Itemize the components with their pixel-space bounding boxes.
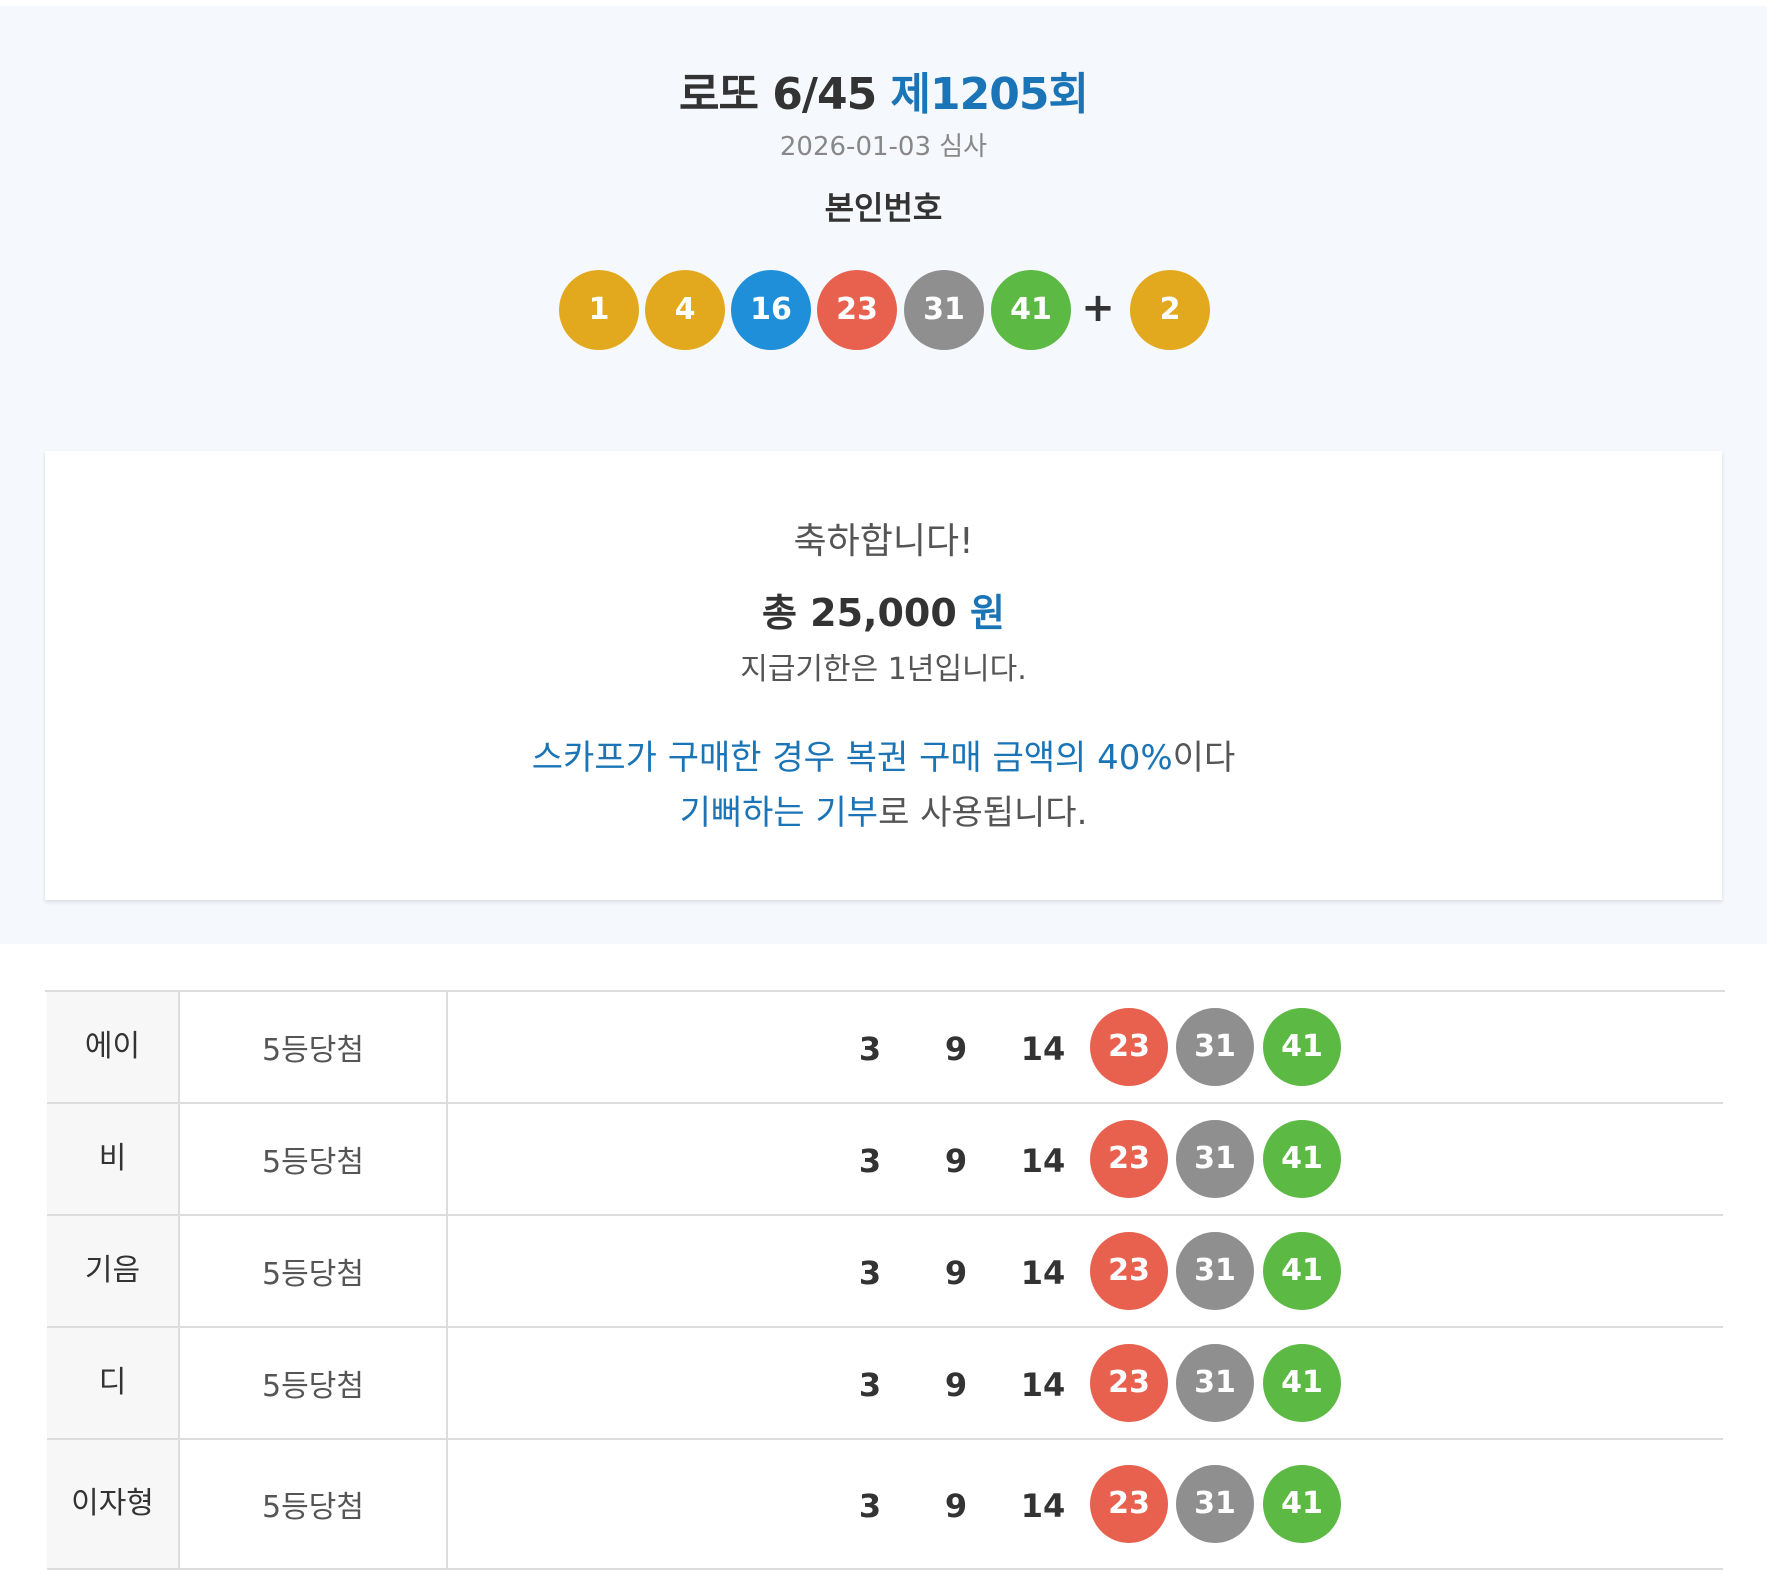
matched-number-ball: 41 (1263, 1344, 1341, 1422)
donation-highlight: 기뻐하는 기부 (679, 793, 879, 833)
unmatched-number: 3 (858, 1487, 882, 1525)
rank-result: 5등당첨 (180, 1440, 448, 1568)
my-number-ball: 23 (817, 270, 897, 350)
game-name: 에이 (47, 992, 180, 1102)
unmatched-number: 3 (858, 1142, 882, 1180)
table-row: 비 5등당첨 3 9 14 23 31 41 (47, 1104, 1723, 1216)
rank-result: 5등당첨 (180, 1328, 448, 1438)
unmatched-number: 9 (944, 1030, 968, 1068)
my-number-ball: 16 (731, 270, 811, 350)
matched-number-ball: 23 (1090, 1008, 1168, 1086)
game-name: 이자형 (47, 1440, 180, 1568)
matched-number-ball: 31 (1176, 1232, 1254, 1310)
donation-text: 이다 (1172, 738, 1236, 778)
unmatched-number: 3 (858, 1254, 882, 1292)
matched-number-ball: 41 (1263, 1232, 1341, 1310)
rank-result: 5등당첨 (180, 1216, 448, 1326)
matched-number-ball: 41 (1263, 1008, 1341, 1086)
my-number-ball: 31 (904, 270, 984, 350)
table-row: 기음 5등당첨 3 9 14 23 31 41 (47, 1216, 1723, 1328)
matched-number-ball: 23 (1090, 1344, 1168, 1422)
matched-number-ball: 41 (1263, 1120, 1341, 1198)
unmatched-number: 9 (944, 1487, 968, 1525)
unmatched-number: 14 (1020, 1142, 1066, 1180)
matched-number-ball: 31 (1176, 1465, 1254, 1543)
matched-number-ball: 31 (1176, 1120, 1254, 1198)
total-prize: 총 25,000 원 (0, 582, 1767, 637)
unmatched-number: 3 (858, 1030, 882, 1068)
game-name: 디 (47, 1328, 180, 1438)
my-number-ball: 1 (559, 270, 639, 350)
rank-result: 5등당첨 (180, 1104, 448, 1214)
table-row: 디 5등당첨 3 9 14 23 31 41 (47, 1328, 1723, 1440)
draw-date: 2026-01-03 심사 (779, 132, 988, 162)
game-title: 로또 6/45 (679, 69, 877, 120)
donation-text: 로 사용됩니다. (878, 793, 1088, 833)
matched-number-ball: 31 (1176, 1008, 1254, 1086)
unmatched-number: 14 (1020, 1030, 1066, 1068)
donation-notice-line-1: 스카프가 구매한 경우 복권 구매 금액의 40%이다 (0, 730, 1767, 779)
table-row: 에이 5등당첨 3 9 14 23 31 41 (47, 992, 1723, 1104)
total-amount: 총 25,000 (761, 591, 957, 635)
my-numbers-label: 본인번호 (824, 189, 943, 227)
unmatched-number: 9 (944, 1142, 968, 1180)
unmatched-number: 9 (944, 1366, 968, 1404)
results-table: 에이 5등당첨 3 9 14 23 31 41 비 5등당첨 3 9 14 23… (45, 990, 1725, 1570)
matched-number-ball: 23 (1090, 1120, 1168, 1198)
congrats-message: 축하합니다! (793, 521, 974, 562)
matched-number-ball: 23 (1090, 1465, 1168, 1543)
total-unit: 원 (970, 591, 1006, 635)
round-number: 제1205회 (890, 69, 1089, 120)
unmatched-number: 14 (1020, 1487, 1066, 1525)
donation-notice-line-2: 기뻐하는 기부로 사용됩니다. (0, 785, 1767, 834)
game-name: 기음 (47, 1216, 180, 1326)
donation-highlight: 스카프가 구매한 경우 복권 구매 금액의 40% (531, 738, 1173, 778)
my-number-ball: 41 (991, 270, 1071, 350)
table-row: 이자형 5등당첨 3 9 14 23 31 41 (47, 1440, 1723, 1570)
unmatched-number: 14 (1020, 1366, 1066, 1404)
unmatched-number: 14 (1020, 1254, 1066, 1292)
plus-sign: + (1081, 285, 1115, 331)
page-title: 로또 6/45 제1205회 (0, 58, 1767, 122)
unmatched-number: 3 (858, 1366, 882, 1404)
my-number-ball: 4 (645, 270, 725, 350)
matched-number-ball: 41 (1263, 1465, 1341, 1543)
unmatched-number: 9 (944, 1254, 968, 1292)
rank-result: 5등당첨 (180, 992, 448, 1102)
matched-number-ball: 31 (1176, 1344, 1254, 1422)
game-name: 비 (47, 1104, 180, 1214)
bonus-number-ball: 2 (1130, 270, 1210, 350)
matched-number-ball: 23 (1090, 1232, 1168, 1310)
payment-deadline: 지급기한은 1년입니다. (740, 652, 1027, 687)
